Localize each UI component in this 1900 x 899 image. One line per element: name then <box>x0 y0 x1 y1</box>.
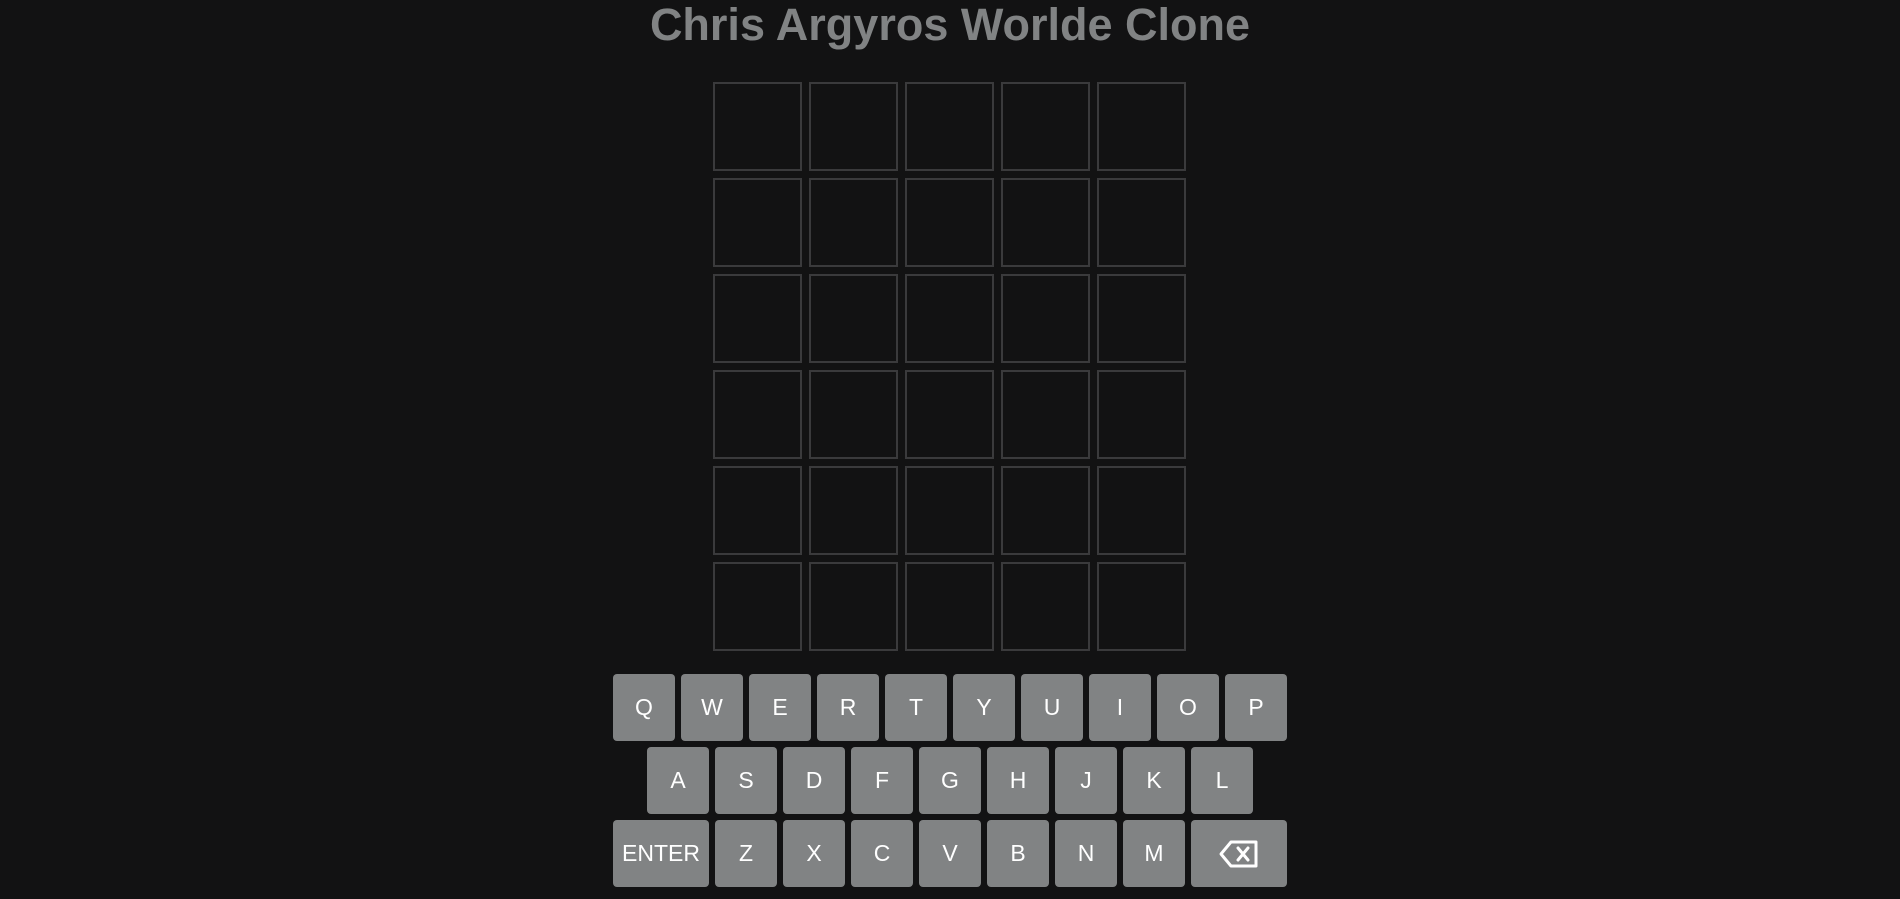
key-r[interactable]: R <box>817 674 879 741</box>
board-tile <box>809 370 898 459</box>
key-t[interactable]: T <box>885 674 947 741</box>
board-tile <box>1097 370 1186 459</box>
board-tile <box>1097 82 1186 171</box>
key-q[interactable]: Q <box>613 674 675 741</box>
key-c[interactable]: C <box>851 820 913 887</box>
board-tile <box>713 82 802 171</box>
board-tile <box>905 466 994 555</box>
key-n[interactable]: N <box>1055 820 1117 887</box>
on-screen-keyboard: QWERTYUIOP ASDFGHJKL ENTER ZXCVBNM <box>0 674 1900 893</box>
board-tile <box>713 370 802 459</box>
key-e[interactable]: E <box>749 674 811 741</box>
board-tile <box>905 274 994 363</box>
backspace-key[interactable] <box>1191 820 1287 887</box>
board-tile <box>809 178 898 267</box>
key-u[interactable]: U <box>1021 674 1083 741</box>
key-x[interactable]: X <box>783 820 845 887</box>
board-tile <box>713 562 802 651</box>
board-tile <box>713 466 802 555</box>
key-l[interactable]: L <box>1191 747 1253 814</box>
keyboard-row-2: ASDFGHJKL <box>0 747 1900 814</box>
key-y[interactable]: Y <box>953 674 1015 741</box>
key-g[interactable]: G <box>919 747 981 814</box>
game-board <box>713 82 1186 651</box>
board-tile <box>1097 178 1186 267</box>
board-tile <box>1001 370 1090 459</box>
key-a[interactable]: A <box>647 747 709 814</box>
board-tile <box>905 178 994 267</box>
enter-key[interactable]: ENTER <box>613 820 709 887</box>
key-b[interactable]: B <box>987 820 1049 887</box>
board-tile <box>1097 274 1186 363</box>
key-i[interactable]: I <box>1089 674 1151 741</box>
keyboard-row-3: ENTER ZXCVBNM <box>0 820 1900 887</box>
key-z[interactable]: Z <box>715 820 777 887</box>
key-w[interactable]: W <box>681 674 743 741</box>
key-s[interactable]: S <box>715 747 777 814</box>
key-d[interactable]: D <box>783 747 845 814</box>
board-tile <box>905 82 994 171</box>
board-tile <box>809 274 898 363</box>
board-tile <box>905 562 994 651</box>
board-tile <box>809 562 898 651</box>
board-tile <box>1001 274 1090 363</box>
key-h[interactable]: H <box>987 747 1049 814</box>
board-tile <box>1097 466 1186 555</box>
board-tile <box>1001 178 1090 267</box>
backspace-icon <box>1219 839 1259 869</box>
key-v[interactable]: V <box>919 820 981 887</box>
key-m[interactable]: M <box>1123 820 1185 887</box>
board-tile <box>713 178 802 267</box>
board-tile <box>809 466 898 555</box>
board-tile <box>905 370 994 459</box>
board-tile <box>713 274 802 363</box>
board-tile <box>1001 562 1090 651</box>
board-tile <box>1097 562 1186 651</box>
key-f[interactable]: F <box>851 747 913 814</box>
key-p[interactable]: P <box>1225 674 1287 741</box>
board-tile <box>809 82 898 171</box>
page-title: Chris Argyros Worlde Clone <box>649 0 1251 50</box>
key-k[interactable]: K <box>1123 747 1185 814</box>
keyboard-row-1: QWERTYUIOP <box>0 674 1900 741</box>
board-tile <box>1001 466 1090 555</box>
key-j[interactable]: J <box>1055 747 1117 814</box>
board-tile <box>1001 82 1090 171</box>
key-o[interactable]: O <box>1157 674 1219 741</box>
